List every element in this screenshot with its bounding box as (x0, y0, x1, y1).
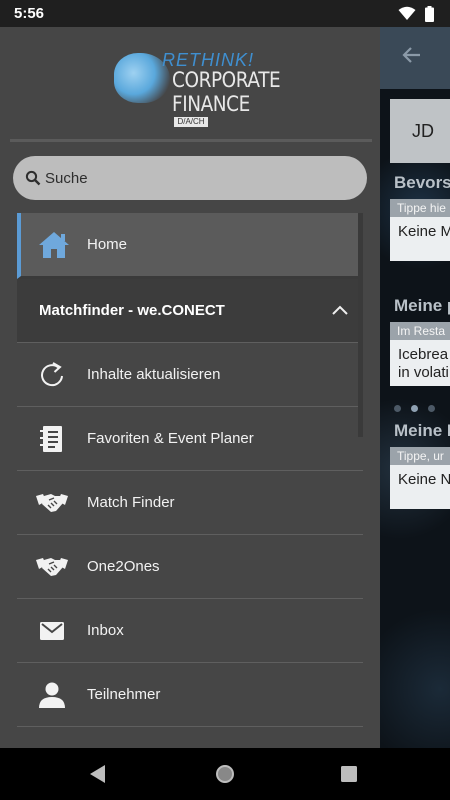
section-matchfinder[interactable]: Matchfinder - we.CONECT (17, 279, 363, 343)
card-hint: Tippe hie (390, 199, 450, 217)
handshake-icon (17, 471, 87, 535)
card-hint: Tippe, ur (390, 447, 450, 465)
menu-item-label: Favoriten & Event Planer (87, 430, 254, 447)
card-hint: Im Resta (390, 322, 450, 340)
menu-item-match-finder[interactable]: Match Finder (17, 471, 363, 535)
nav-home-icon[interactable] (215, 764, 235, 784)
menu-item-label: Home (87, 236, 128, 253)
section-heading: Meine p (394, 296, 450, 315)
person-icon (17, 663, 87, 727)
status-bar: 5:56 (0, 0, 450, 27)
battery-icon (425, 6, 434, 22)
section-heading: Meine I (394, 421, 450, 440)
pager-dot (428, 405, 435, 412)
pager-dots (394, 399, 445, 417)
drawer-menu: Home Matchfinder - we.CONECT Inhalte akt… (17, 213, 363, 727)
card-text: Keine M (398, 223, 450, 240)
refresh-icon (17, 343, 87, 407)
nav-recents-icon[interactable] (341, 766, 357, 782)
search-input[interactable] (45, 169, 345, 187)
menu-item-label: Inhalte aktualisieren (87, 366, 221, 383)
event-logo: RETHINK! CORPORATE FINANCE D/A/CH (110, 47, 281, 129)
search-icon (25, 170, 41, 186)
logo-line1: CORPORATE (172, 68, 281, 92)
background-app-bar (380, 27, 450, 89)
menu-item-inbox[interactable]: Inbox (17, 599, 363, 663)
program-card[interactable]: Im Resta Icebrea in volati (390, 322, 450, 386)
menu-item-label: Teilnehmer (87, 686, 161, 703)
pager-dot-active (411, 405, 418, 412)
menu-item-label: Inbox (87, 622, 124, 639)
logo-region: D/A/CH (174, 117, 208, 127)
mail-icon (17, 599, 87, 663)
section-label: Matchfinder - we.CONECT (39, 302, 225, 319)
header-divider (10, 139, 372, 142)
menu-item-refresh[interactable]: Inhalte aktualisieren (17, 343, 363, 407)
menu-item-home[interactable]: Home (17, 213, 363, 279)
avatar[interactable]: JD (390, 99, 450, 163)
card-text: Keine N (398, 471, 450, 488)
clock: 5:56 (14, 5, 45, 22)
section-heading: Bevorst (394, 173, 450, 192)
menu-item-one2ones[interactable]: One2Ones (17, 535, 363, 599)
messages-card[interactable]: Tippe, ur Keine N (390, 447, 450, 509)
nav-back-icon[interactable] (90, 765, 106, 783)
card-text: in volati (398, 364, 449, 381)
menu-item-label: One2Ones (87, 558, 160, 575)
search-bar[interactable] (13, 156, 367, 200)
chevron-up-icon[interactable] (331, 302, 349, 320)
menu-item-participants[interactable]: Teilnehmer (17, 663, 363, 727)
card-text: Icebrea (398, 346, 449, 363)
drawer-header: RETHINK! CORPORATE FINANCE D/A/CH (0, 27, 380, 139)
wifi-icon (398, 6, 416, 20)
system-nav-bar (0, 748, 450, 800)
handshake-icon (17, 535, 87, 599)
navigation-drawer: RETHINK! CORPORATE FINANCE D/A/CH Home M… (0, 27, 380, 748)
menu-item-favorites[interactable]: Favoriten & Event Planer (17, 407, 363, 471)
logo-line2: FINANCE (172, 92, 250, 116)
arrow-back-icon[interactable] (400, 44, 422, 66)
pager-dot (394, 405, 401, 412)
home-icon (21, 213, 87, 277)
drawer-scrollbar[interactable] (358, 213, 363, 437)
background-app: JD Bevorst Tippe hie Keine M Meine p Im … (380, 27, 450, 748)
planner-icon (17, 407, 87, 471)
menu-item-label: Match Finder (87, 494, 175, 511)
upcoming-card[interactable]: Tippe hie Keine M (390, 199, 450, 261)
